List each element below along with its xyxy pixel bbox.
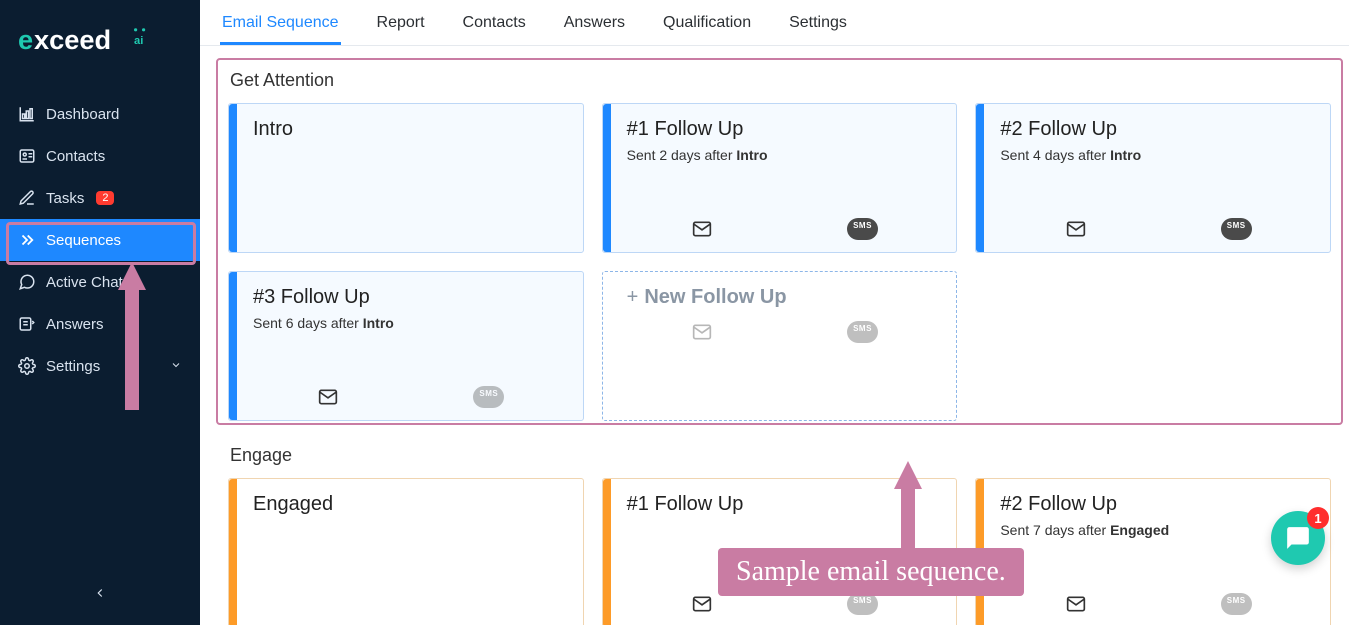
- sidebar-item-settings[interactable]: Settings: [0, 345, 200, 387]
- svg-text:e: e: [18, 24, 33, 55]
- card-intro[interactable]: Intro: [228, 103, 584, 253]
- email-icon: [689, 218, 715, 240]
- sidebar-item-dashboard[interactable]: Dashboard: [0, 93, 200, 135]
- email-icon: [689, 593, 715, 615]
- tab-label: Qualification: [663, 14, 751, 31]
- sms-icon: SMS: [847, 218, 878, 240]
- svg-text:ai: ai: [134, 35, 143, 47]
- card-title: +New Follow Up: [627, 286, 941, 309]
- sidebar-collapse-button[interactable]: [83, 578, 117, 611]
- card-title: Intro: [253, 118, 567, 141]
- sidebar: e xceed ai Dashboard Contacts: [0, 0, 200, 625]
- sidebar-item-sequences[interactable]: Sequences: [0, 219, 200, 261]
- email-icon: [1063, 218, 1089, 240]
- brand-logo: e xceed ai: [0, 0, 200, 93]
- chat-icon: [18, 273, 36, 291]
- nav-label: Settings: [46, 358, 100, 375]
- chevrons-icon: [18, 231, 36, 249]
- nav-label: Tasks: [46, 190, 84, 207]
- card-title: Engaged: [253, 493, 567, 516]
- main: Email Sequence Report Contacts Answers Q…: [200, 0, 1349, 625]
- tab-email-sequence[interactable]: Email Sequence: [220, 6, 341, 45]
- card-followup-2[interactable]: #2 Follow Up Sent 4 days after Intro SMS: [975, 103, 1331, 253]
- card-subtitle: Sent 2 days after Intro: [627, 147, 941, 163]
- tab-label: Contacts: [463, 14, 526, 31]
- tab-settings[interactable]: Settings: [787, 6, 849, 45]
- nav-label: Contacts: [46, 148, 105, 165]
- chat-fab[interactable]: 1: [1271, 511, 1325, 565]
- sms-icon: SMS: [1221, 593, 1252, 615]
- sidebar-item-active-chats[interactable]: Active Chats: [0, 261, 200, 303]
- nav-label: Dashboard: [46, 106, 119, 123]
- tab-qualification[interactable]: Qualification: [661, 6, 753, 45]
- chat-unread-badge: 1: [1307, 507, 1329, 529]
- nav-label: Answers: [46, 316, 104, 333]
- sms-icon: SMS: [473, 386, 504, 408]
- card-followup-1[interactable]: #1 Follow Up Sent 2 days after Intro SMS: [602, 103, 958, 253]
- section-title: Get Attention: [230, 70, 1329, 91]
- card-title: #3 Follow Up: [253, 286, 567, 309]
- sms-icon: SMS: [1221, 218, 1252, 240]
- card-title: #2 Follow Up: [1000, 118, 1314, 141]
- sidebar-item-tasks[interactable]: Tasks 2: [0, 177, 200, 219]
- email-icon: [315, 386, 341, 408]
- tab-label: Settings: [789, 14, 847, 31]
- tab-label: Answers: [564, 14, 625, 31]
- tabs: Email Sequence Report Contacts Answers Q…: [200, 0, 1349, 46]
- card-title: #2 Follow Up: [1000, 493, 1314, 516]
- nav-label: Active Chats: [46, 274, 130, 291]
- tab-label: Email Sequence: [222, 14, 339, 31]
- card-followup-3[interactable]: #3 Follow Up Sent 6 days after Intro SMS: [228, 271, 584, 421]
- card-subtitle: Sent 7 days after Engaged: [1000, 522, 1314, 538]
- edit-icon: [18, 189, 36, 207]
- svg-text:xceed: xceed: [34, 24, 111, 55]
- section-title: Engage: [230, 445, 1329, 466]
- sms-icon: SMS: [847, 321, 878, 343]
- email-icon: [1063, 593, 1089, 615]
- sidebar-item-contacts[interactable]: Contacts: [0, 135, 200, 177]
- tab-contacts[interactable]: Contacts: [461, 6, 528, 45]
- card-engage-followup-1[interactable]: #1 Follow Up SMS: [602, 478, 958, 625]
- nav-label: Sequences: [46, 232, 121, 249]
- answers-icon: [18, 315, 36, 333]
- email-icon: [689, 321, 715, 343]
- card-subtitle: Sent 4 days after Intro: [1000, 147, 1314, 163]
- sms-icon: SMS: [847, 593, 878, 615]
- section-engage: Engage Engaged #1 Follow Up: [216, 433, 1343, 625]
- contacts-icon: [18, 147, 36, 165]
- tab-label: Report: [377, 14, 425, 31]
- card-subtitle: Sent 6 days after Intro: [253, 315, 567, 331]
- sidebar-item-answers[interactable]: Answers: [0, 303, 200, 345]
- chart-icon: [18, 105, 36, 123]
- gear-icon: [18, 357, 36, 375]
- section-get-attention: Get Attention Intro #1 Follow Up Sent 2 …: [216, 58, 1343, 425]
- card-title: #1 Follow Up: [627, 118, 941, 141]
- plus-icon: +: [627, 286, 639, 308]
- tab-report[interactable]: Report: [375, 6, 427, 45]
- card-new-follow-up[interactable]: +New Follow Up SMS: [602, 271, 958, 421]
- tab-answers[interactable]: Answers: [562, 6, 627, 45]
- content-scroll[interactable]: Get Attention Intro #1 Follow Up Sent 2 …: [200, 46, 1349, 625]
- chevron-down-icon: [170, 358, 182, 375]
- tasks-badge: 2: [96, 191, 114, 205]
- card-title: #1 Follow Up: [627, 493, 941, 516]
- sidebar-nav: Dashboard Contacts Tasks 2 Sequences: [0, 93, 200, 387]
- card-engaged[interactable]: Engaged: [228, 478, 584, 625]
